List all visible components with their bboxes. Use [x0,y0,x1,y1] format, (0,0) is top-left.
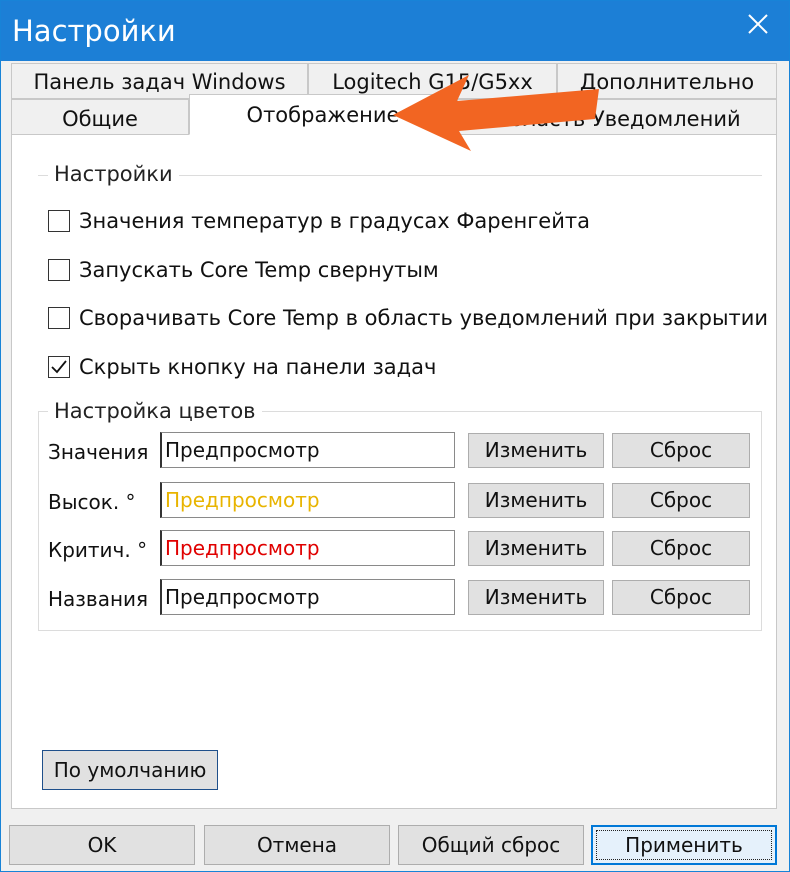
preview-values: Предпросмотр [160,432,455,468]
annotation-arrow-icon [393,75,599,151]
defaults-button[interactable]: По умолчанию [42,750,218,790]
reset-button-values[interactable]: Сброс [612,433,750,468]
checkbox-box[interactable] [48,259,70,281]
title-bar[interactable]: Настройки [1,1,789,61]
cancel-button[interactable]: Отмена [204,825,390,865]
checkbox-fahrenheit[interactable]: Значения температур в градусах Фаренгейт… [48,207,590,235]
checkmark-icon [51,360,67,374]
tab-general[interactable]: Общие [11,99,189,135]
reset-button-critical[interactable]: Сброс [612,531,750,566]
color-label-critical: Критич. ° [48,538,148,562]
reset-all-button[interactable]: Общий сброс [398,825,584,865]
tab-panel-display: Настройки Значения температур в градусах… [11,134,777,809]
change-button-values[interactable]: Изменить [468,433,604,468]
checkbox-box[interactable] [48,210,70,232]
color-label-values: Значения [48,440,149,464]
ok-button[interactable]: OK [9,825,195,865]
change-button-high[interactable]: Изменить [468,483,604,518]
checkbox-label: Сворачивать Core Temp в область уведомле… [79,306,769,330]
color-settings-legend: Настройка цветов [48,399,262,423]
settings-window: Настройки Панель задач Windows Logitech … [0,0,790,872]
checkbox-label: Скрыть кнопку на панели задач [79,355,437,379]
checkbox-start-minimized[interactable]: Запускать Core Temp свернутым [48,256,439,284]
color-label-high: Высок. ° [48,490,136,514]
tab-label: Общие [62,107,138,131]
apply-button-label: Применить [625,833,743,857]
checkbox-minimize-to-tray[interactable]: Сворачивать Core Temp в область уведомле… [48,304,768,332]
reset-button-names[interactable]: Сброс [612,580,750,615]
settings-group-legend: Настройки [48,162,179,186]
window-title: Настройки [12,14,176,48]
close-button[interactable] [725,1,789,57]
apply-button[interactable]: Применить [591,825,777,865]
reset-button-high[interactable]: Сброс [612,483,750,518]
checkbox-box[interactable] [48,356,70,378]
checkbox-label: Значения температур в градусах Фаренгейт… [79,209,590,233]
color-label-names: Названия [48,587,149,611]
preview-high: Предпросмотр [160,482,455,518]
preview-names: Предпросмотр [160,579,455,615]
close-icon [748,14,768,34]
checkbox-box[interactable] [48,307,70,329]
checkbox-hide-taskbar-button[interactable]: Скрыть кнопку на панели задач [48,353,436,381]
preview-critical: Предпросмотр [160,530,455,566]
change-button-critical[interactable]: Изменить [468,531,604,566]
checkbox-label: Запускать Core Temp свернутым [79,258,439,282]
change-button-names[interactable]: Изменить [468,580,604,615]
